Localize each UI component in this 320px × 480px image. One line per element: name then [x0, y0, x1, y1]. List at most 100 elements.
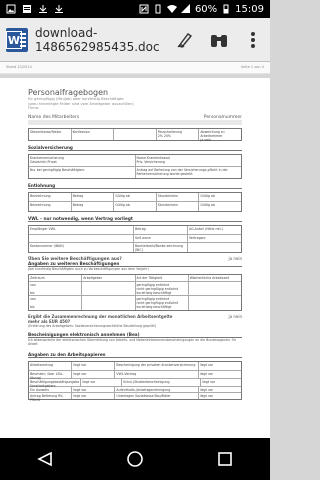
image-icon: [6, 4, 16, 14]
sv-table: Krankenversicherung Gesetzlich Privat Nam…: [28, 153, 242, 179]
steuer-table: Steuerklasse/Faktor Konfession Pauschali…: [28, 127, 242, 142]
empty-cell: [114, 128, 157, 140]
weitere-zeit: von bis: [29, 281, 83, 295]
arb-cell: liegt vor: [81, 378, 123, 386]
vwl-cell: Bankleitzahl/Banke-zeichnung (BIC): [134, 242, 188, 252]
vwl-cell: [188, 243, 241, 252]
ergibt-ja-nein: ja nein: [228, 313, 242, 319]
home-button[interactable]: [115, 444, 155, 474]
arb-cell: Unterlagen Sozialkasse Bau/Maler: [115, 392, 199, 399]
sv-note-cell: Nur bei geringfügig Beschäftigten:: [29, 166, 136, 178]
vwl-cell: Betrag: [134, 225, 188, 234]
vwl-table: Empfänger VWL Betrag AG-Anteil (Höhe mtl…: [28, 224, 242, 253]
weitere-zeit: von bis: [29, 295, 83, 310]
ergibt-text: Ergibt die Zusammenrechnung der monatlic…: [28, 313, 173, 324]
arb-cell: liegt vor: [72, 392, 116, 399]
abweichung-cell: Abweichung zu Arbeitnehmer ja nein: [200, 129, 225, 142]
vwl-title: VWL – nur notwendig, wenn Vertrag vorlie…: [28, 216, 242, 222]
name-label: Name des Mitarbeiters: [28, 114, 80, 120]
ent-cell: Bezeichnung: [29, 192, 72, 201]
document-viewer[interactable]: Stand 10/2014 Seite 1 von 4 Personalfrag…: [0, 62, 270, 438]
pen-icon: [177, 32, 193, 48]
pausch-cell: Pauschalierung 2% 20%: [157, 128, 200, 140]
weitere-zeit2: [189, 282, 241, 295]
arb-cell: Bescheinigung der privaten Krankenversic…: [115, 361, 199, 370]
ent-cell: Betrag: [72, 201, 115, 211]
arb-cell: liegt vor: [199, 393, 213, 398]
recents-button[interactable]: [205, 444, 245, 474]
konfession-cell: Konfession: [72, 128, 115, 140]
vwl-cell: Vertragsnr.: [189, 235, 207, 240]
weitere-note: (bei kurzfristig Beschäftigten auch zu V…: [28, 266, 149, 271]
edit-pen-button[interactable]: [174, 29, 196, 51]
kk-cell: Name Krankenkasse/Priv. Versicherung: [136, 155, 171, 164]
arb-cell: liegt vor: [202, 379, 216, 384]
clock: 15:09: [235, 3, 264, 15]
binoculars-icon: [211, 34, 227, 47]
arb-cell: Beschäftigungsbestätigungsbo Vorarbeitge…: [30, 378, 82, 388]
arb-cell: Aufenthalts-/Arbeitsgenehmigung: [115, 386, 199, 392]
weitere-table: Zeitraum Arbeitgeber Art der Tätigkeit W…: [28, 273, 242, 311]
battery-percent: 60%: [194, 3, 218, 15]
arb-cell: liegt vor: [199, 371, 213, 376]
entlohnung-title: Entlohnung: [28, 183, 242, 189]
download-icon-2: [55, 5, 63, 13]
weitere-art: geringfügig entlohnt nicht geringfügig en…: [136, 295, 189, 310]
vibrate-icon: [155, 4, 161, 14]
more-vert-icon: [251, 31, 255, 48]
overflow-menu-button[interactable]: [242, 29, 264, 51]
status-bar: 60% 15:09: [0, 0, 270, 18]
ent-cell: Gültig ab: [200, 202, 215, 207]
signal-icon: [180, 4, 190, 13]
arb-cell: Bescheini. über LStL-Abzug/: [29, 370, 73, 380]
bea-text: Ich widerspreche der elektronischen Über…: [28, 337, 237, 346]
weitere-head: Arbeitgeber: [82, 274, 136, 281]
vwl-cell: [29, 234, 134, 242]
weitere-art: geringfügig entlohnt nicht geringfügig en…: [136, 281, 189, 295]
ent-cell: Stundenlohn: [157, 192, 200, 201]
app-bar: W download-1486562985435.doc: [0, 18, 270, 62]
page-header-right: Seite 1 von 4: [240, 65, 264, 69]
back-icon: [37, 451, 52, 467]
arb-cell: Ein Ausweis: [29, 386, 73, 392]
find-button[interactable]: [208, 29, 230, 51]
weitere-head: Zeitraum: [29, 274, 83, 281]
home-icon: [127, 451, 143, 467]
back-button[interactable]: [25, 444, 65, 474]
arb-cell: Schul-/Studienbescheinigung: [122, 378, 202, 386]
steuer-cell: Steuerklasse/Faktor: [29, 128, 72, 140]
weitere-ag: [82, 281, 136, 295]
ergibt-note: (Erklärung des Arbeitgebers: Sozialversi…: [28, 323, 156, 328]
arb-cell: liegt vor: [72, 361, 116, 370]
weitere-ag: [82, 295, 136, 310]
recents-icon: [218, 452, 232, 466]
ent-cell: Gültig ab: [114, 192, 157, 201]
personalnummer-label: Personalnummer: [203, 114, 242, 120]
battery-icon: [223, 4, 229, 14]
form-title: Personalfragebogen: [28, 88, 109, 97]
vwl-cell: AG-Anteil (Höhe mtl.): [189, 226, 223, 231]
weitere-head: Art der Tätigkeit: [136, 274, 189, 281]
document-page: Stand 10/2014 Seite 1 von 4 Personalfrag…: [0, 62, 270, 438]
text-icon: [23, 5, 31, 13]
page-header: Stand 10/2014 Seite 1 von 4: [0, 62, 270, 74]
arb-cell: liegt vor: [199, 387, 213, 392]
ent-cell: Stundenlohn: [157, 201, 200, 211]
weitere-zeit2: [189, 296, 241, 310]
wifi-icon: [166, 5, 177, 13]
kv-cell: Krankenversicherung Gesetzlich Privat: [29, 154, 136, 166]
ent-cell: Gültig ab: [200, 193, 215, 198]
ent-cell: Gültig ab: [114, 201, 157, 211]
ent-cell: Bezeichnung: [29, 201, 72, 211]
download-icon: [39, 5, 47, 13]
vwl-cell: Empfänger VWL: [29, 225, 134, 234]
vwl-cell: Kontonummer (IBAN): [29, 242, 134, 252]
vwl-cell: Seit wann: [134, 234, 188, 242]
nfc-icon: [139, 4, 149, 14]
arbeits-title: Angaben zu den Arbeitspapieren: [28, 352, 242, 358]
arb-cell: liegt vor: [199, 362, 213, 367]
arb-cell: Antrag Befreiung RV-Pflicht: [29, 392, 73, 402]
sv-title: Sozialversicherung: [28, 145, 242, 151]
name-field[interactable]: [28, 119, 242, 125]
page-header-left: Stand 10/2014: [6, 65, 32, 69]
